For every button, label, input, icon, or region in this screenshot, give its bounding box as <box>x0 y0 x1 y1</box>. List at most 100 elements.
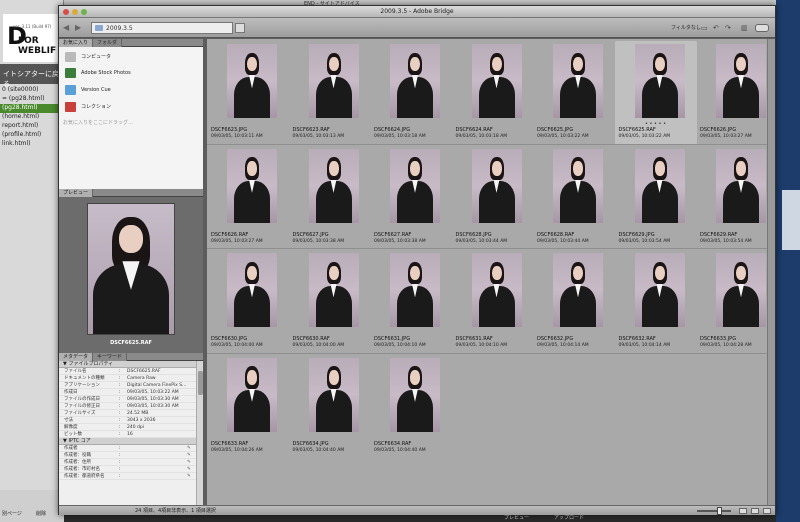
content-scrollbar[interactable] <box>767 39 775 505</box>
thumbnail-size-slider[interactable] <box>697 507 731 515</box>
thumbnail-item[interactable]: DSCF6629.JPG 09/03/05, 10:03:54 AM <box>615 146 697 250</box>
thumbnail-item[interactable]: DSCF6626.JPG 09/03/05, 10:03:27 AM <box>696 41 775 145</box>
view-details-button[interactable] <box>763 508 771 514</box>
preview-button-bg[interactable]: プレビュー <box>504 514 529 521</box>
zoom-window-icon[interactable] <box>81 9 87 15</box>
background-file-item[interactable]: (home.html) <box>0 113 64 122</box>
view-filmstrip-button[interactable] <box>751 508 759 514</box>
thumbnail-image[interactable] <box>308 253 359 327</box>
favorite-adobe-stock-photos[interactable]: Adobe Stock Photos <box>65 67 131 79</box>
thumbnail-image[interactable] <box>553 148 603 223</box>
thumbnail-image[interactable] <box>471 44 522 118</box>
thumbnail-item[interactable]: DSCF6623.JPG 09/03/05, 10:03:11 AM <box>207 41 289 145</box>
background-file-item[interactable]: link.html) <box>0 140 64 149</box>
tab-favorites[interactable]: お気に入り <box>59 39 94 47</box>
thumbnail-image[interactable] <box>308 357 359 432</box>
thumbnail-item[interactable]: DSCF6628.RAF 09/03/05, 10:03:44 AM <box>533 146 615 250</box>
edit-pencil-icon[interactable]: ✎ <box>187 459 191 466</box>
thumbnail-item[interactable]: DSCF6632.RAF 09/03/05, 10:04:14 AM <box>615 250 697 354</box>
go-up-folder-button[interactable] <box>235 23 245 33</box>
edit-pencil-icon[interactable]: ✎ <box>187 466 191 473</box>
thumbnail-item[interactable]: DSCF6624.JPG 09/03/05, 10:03:18 AM <box>370 41 452 145</box>
thumbnail-image[interactable] <box>308 44 359 118</box>
thumbnail-image[interactable] <box>634 44 685 118</box>
back-to-site-button[interactable]: イトシアターに戻る <box>0 64 64 88</box>
thumbnail-image[interactable] <box>390 357 440 432</box>
thumbnail-image[interactable] <box>471 253 522 327</box>
favorite-collection[interactable]: コレクション <box>65 101 111 113</box>
rotate-right-icon[interactable]: ↷ <box>725 24 733 32</box>
thumbnail-item[interactable]: DSCF6630.RAF 09/03/05, 10:04:00 AM <box>289 250 371 354</box>
close-window-icon[interactable] <box>63 9 69 15</box>
edit-pencil-icon[interactable]: ✎ <box>187 445 191 452</box>
thumbnail-item[interactable]: DSCF6634.JPG 09/03/05, 10:04:40 AM <box>289 355 371 459</box>
thumbnail-item[interactable]: DSCF6629.RAF 09/03/05, 10:03:54 AM <box>696 146 775 250</box>
thumbnail-image[interactable] <box>634 148 685 223</box>
minimize-window-icon[interactable] <box>72 9 78 15</box>
thumbnail-item[interactable]: DSCF6630.JPG 09/03/05, 10:04:00 AM <box>207 250 289 354</box>
path-dropdown[interactable]: 2009.3.5 <box>91 22 233 34</box>
toolbar-toggle-button[interactable] <box>755 24 769 32</box>
back-arrow-icon[interactable]: ◀ <box>63 23 73 33</box>
thumbnail-item[interactable]: DSCF6627.RAF 09/03/05, 10:03:38 AM <box>370 146 452 250</box>
tab-metadata[interactable]: メタデータ <box>59 353 94 361</box>
thumbnail-image[interactable] <box>390 44 440 118</box>
thumbnail-image[interactable] <box>227 148 277 223</box>
thumbnail-image[interactable] <box>227 44 277 118</box>
favorite-computer[interactable]: コンピュータ <box>65 51 111 63</box>
tab-keywords[interactable]: キーワード <box>93 353 128 361</box>
thumbnail-item[interactable]: DSCF6633.RAF 09/03/05, 10:04:26 AM <box>207 355 289 459</box>
portrait <box>390 149 440 223</box>
thumbnail-image[interactable] <box>553 253 603 327</box>
metadata-scrollbar[interactable] <box>196 361 203 507</box>
thumbnail-item[interactable]: DSCF6627.JPG 09/03/05, 10:03:38 AM <box>289 146 371 250</box>
thumbnail-image[interactable] <box>471 148 522 223</box>
edit-pencil-icon[interactable]: ✎ <box>187 473 191 480</box>
thumbnail-image[interactable] <box>227 357 277 432</box>
thumbnail-item[interactable]: DSCF6625.JPG 09/03/05, 10:03:22 AM <box>533 41 615 145</box>
thumbnail-image[interactable] <box>227 253 277 327</box>
metadata-scroll-thumb[interactable] <box>198 371 203 395</box>
thumbnail-image[interactable] <box>716 148 766 223</box>
thumbnail-image[interactable] <box>390 253 440 327</box>
new-folder-icon[interactable]: ▭ <box>701 24 709 32</box>
trash-icon[interactable]: ▥ <box>741 24 749 32</box>
thumbnail-image[interactable] <box>553 44 603 118</box>
background-file-item[interactable]: (pg28.html) <box>0 104 64 113</box>
thumbnail-item[interactable]: DSCF6633.JPG 09/03/05, 10:04:28 AM <box>696 250 775 354</box>
thumbnail-image[interactable] <box>634 253 685 327</box>
tab-preview[interactable]: プレビュー <box>59 189 94 197</box>
thumbnail-item[interactable]: DSCF6631.JPG 09/03/05, 10:04:10 AM <box>370 250 452 354</box>
background-file-item[interactable]: = (pg28.html) <box>0 95 64 104</box>
thumbnail-item[interactable]: DSCF6631.RAF 09/03/05, 10:04:10 AM <box>452 250 534 354</box>
rotate-left-icon[interactable]: ↶ <box>713 24 721 32</box>
edit-pencil-icon[interactable]: ✎ <box>187 452 191 459</box>
file-properties-header[interactable]: ▼ ファイルプロパティ <box>59 361 203 368</box>
thumbnail-item[interactable]: DSCF6632.JPG 09/03/05, 10:04:14 AM <box>533 250 615 354</box>
thumbnail-item[interactable]: DSCF6628.JPG 09/03/05, 10:03:44 AM <box>452 146 534 250</box>
favorite-version-cue[interactable]: Version Cue <box>65 84 111 96</box>
slider-knob[interactable] <box>717 507 722 515</box>
background-file-item[interactable]: (profile.html) <box>0 131 64 140</box>
forward-arrow-icon[interactable]: ▶ <box>75 23 85 33</box>
filter-dropdown[interactable]: フィルタなし <box>671 24 701 31</box>
delete-label[interactable]: 削除 <box>36 510 46 517</box>
view-grid-button[interactable] <box>739 508 747 514</box>
thumbnail-item[interactable]: DSCF6626.RAF 09/03/05, 10:03:27 AM <box>207 146 289 250</box>
background-file-item[interactable]: 0 (site0000) <box>0 86 64 95</box>
thumbnail-image[interactable] <box>390 148 440 223</box>
tab-folders[interactable]: フォルダ <box>93 39 123 47</box>
window-titlebar[interactable]: 2009.3.5 - Adobe Bridge <box>59 6 775 18</box>
thumbnail-image[interactable] <box>716 44 766 118</box>
preview-image[interactable] <box>87 203 175 335</box>
thumbnail-image[interactable] <box>308 148 359 223</box>
thumbnail-item[interactable]: DSCF6623.RAF 09/03/05, 10:03:13 AM <box>289 41 371 145</box>
thumbnail-item[interactable]: • • • • • DSCF6625.RAF 09/03/05, 10:03:22 … <box>614 41 697 145</box>
thumbnail-image[interactable] <box>716 253 766 327</box>
add-page-label[interactable]: 別ページ <box>2 510 22 517</box>
thumbnail-item[interactable]: DSCF6624.RAF 09/03/05, 10:03:18 AM <box>452 41 534 145</box>
thumbnail-item[interactable]: DSCF6634.RAF 09/03/05, 10:04:40 AM <box>370 355 452 459</box>
background-file-item[interactable]: report.html) <box>0 122 64 131</box>
upload-button-bg[interactable]: アップロード <box>554 514 584 521</box>
iptc-header[interactable]: ▼ IPTC コア <box>59 438 203 445</box>
